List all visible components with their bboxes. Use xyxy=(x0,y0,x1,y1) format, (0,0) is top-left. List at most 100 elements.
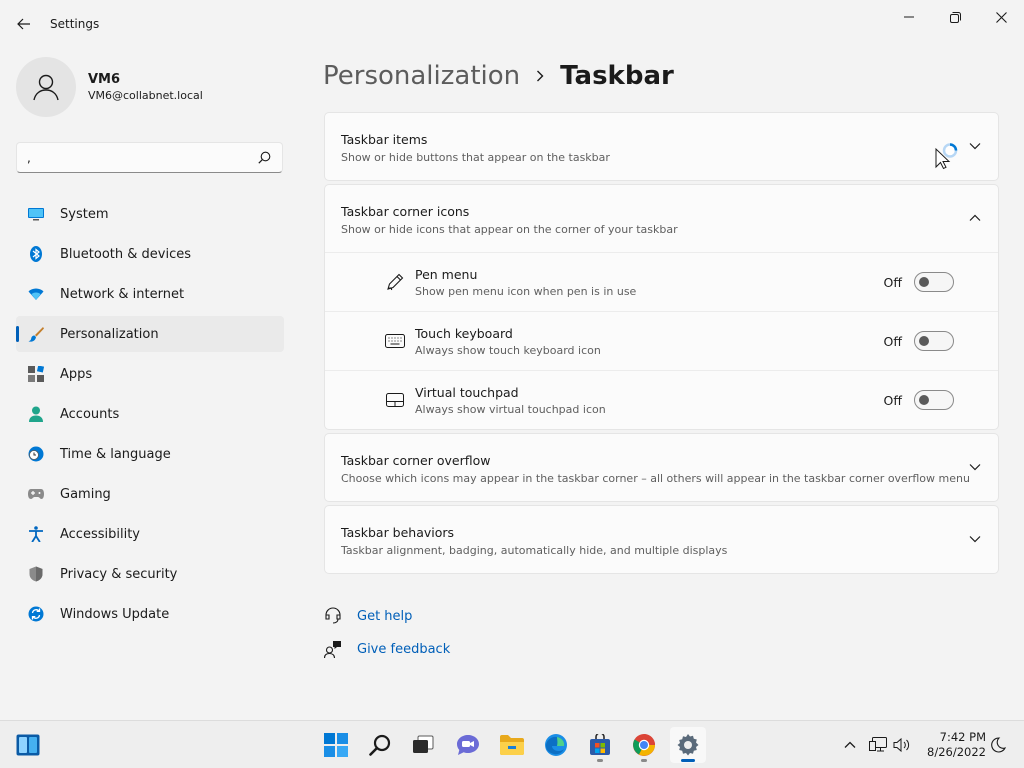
taskbar-behaviors-card[interactable]: Taskbar behaviors Taskbar alignment, bad… xyxy=(324,505,999,574)
help-icon xyxy=(324,607,342,625)
search-input[interactable] xyxy=(27,150,256,165)
minimize-button[interactable] xyxy=(886,4,932,30)
taskbar-corner-icons-card: Taskbar corner icons Show or hide icons … xyxy=(324,184,999,430)
touch-keyboard-row: Touch keyboard Always show touch keyboar… xyxy=(325,311,998,370)
bluetooth-icon xyxy=(28,246,44,262)
give-feedback-label[interactable]: Give feedback xyxy=(357,642,450,657)
setting-title: Pen menu xyxy=(415,267,478,282)
sidebar-item-label: Gaming xyxy=(60,486,111,502)
sidebar-item-time-language[interactable]: Time & language xyxy=(16,436,284,472)
chat-button[interactable] xyxy=(450,727,486,763)
search-box[interactable] xyxy=(16,142,283,173)
chevron-down-icon[interactable] xyxy=(968,532,982,546)
edge-button[interactable] xyxy=(538,727,574,763)
sidebar-item-accessibility[interactable]: Accessibility xyxy=(16,516,284,552)
keyboard-icon xyxy=(385,331,405,351)
settings-taskbar-button[interactable] xyxy=(670,727,706,763)
card-title: Taskbar corner overflow xyxy=(341,453,491,468)
task-view-icon xyxy=(413,735,434,753)
card-title: Taskbar corner icons xyxy=(341,204,470,219)
toggle-knob xyxy=(919,395,929,405)
give-feedback-link[interactable]: Give feedback xyxy=(324,640,450,658)
wifi-icon xyxy=(28,286,44,302)
file-explorer-button[interactable] xyxy=(494,727,530,763)
store-icon xyxy=(590,734,610,755)
show-hidden-icons-button[interactable] xyxy=(840,735,860,755)
toggle-state-label: Off xyxy=(883,275,902,290)
chevron-down-icon[interactable] xyxy=(968,460,982,474)
sidebar-nav: System Bluetooth & devices Network & int… xyxy=(16,196,284,636)
user-account[interactable]: VM6 VM6@collabnet.local xyxy=(16,57,203,117)
chevron-down-icon[interactable] xyxy=(968,139,982,153)
sidebar-item-label: Personalization xyxy=(60,326,159,342)
sidebar-item-label: Apps xyxy=(60,366,93,382)
task-view-button[interactable] xyxy=(405,727,441,763)
toggle-state-label: Off xyxy=(883,334,902,349)
gamepad-icon xyxy=(28,486,44,502)
store-button[interactable] xyxy=(582,727,618,763)
sidebar-item-gaming[interactable]: Gaming xyxy=(16,476,284,512)
sidebar-item-bluetooth[interactable]: Bluetooth & devices xyxy=(16,236,284,272)
user-email: VM6@collabnet.local xyxy=(88,89,203,102)
restore-button[interactable] xyxy=(932,4,978,30)
chrome-button[interactable] xyxy=(626,727,662,763)
minimize-icon xyxy=(904,16,914,18)
system-icon xyxy=(28,206,44,222)
user-name: VM6 xyxy=(88,72,121,87)
person-icon xyxy=(33,74,59,101)
app-title: Settings xyxy=(50,17,100,31)
get-help-label[interactable]: Get help xyxy=(357,609,412,624)
sidebar-item-label: Network & internet xyxy=(60,286,185,302)
close-icon xyxy=(995,11,1007,23)
virtual-touchpad-toggle[interactable] xyxy=(914,390,954,410)
chevron-up-icon[interactable] xyxy=(968,211,982,225)
breadcrumb-parent[interactable]: Personalization xyxy=(323,61,520,91)
active-indicator xyxy=(681,759,695,762)
network-icon xyxy=(869,737,887,752)
card-subtitle: Show or hide icons that appear on the co… xyxy=(341,223,678,236)
volume-tray-button[interactable] xyxy=(892,735,912,755)
sidebar-item-privacy[interactable]: Privacy & security xyxy=(16,556,284,592)
back-button[interactable] xyxy=(12,12,36,36)
sidebar-item-windows-update[interactable]: Windows Update xyxy=(16,596,284,632)
breadcrumb: Personalization Taskbar xyxy=(323,58,674,94)
sidebar-item-label: System xyxy=(60,206,109,222)
system-clock[interactable]: 7:42 PM 8/26/2022 xyxy=(918,730,986,760)
restore-icon xyxy=(949,11,961,23)
taskbar-search-button[interactable] xyxy=(362,727,398,763)
toggle-knob xyxy=(919,277,929,287)
setting-description: Always show touch keyboard icon xyxy=(415,344,601,357)
taskbar-corner-overflow-card[interactable]: Taskbar corner overflow Choose which ico… xyxy=(324,433,999,502)
setting-title: Virtual touchpad xyxy=(415,385,519,400)
taskbar-items-card[interactable]: Taskbar items Show or hide buttons that … xyxy=(324,112,999,181)
apps-icon xyxy=(28,366,44,382)
sidebar-item-apps[interactable]: Apps xyxy=(16,356,284,392)
chrome-icon xyxy=(633,734,655,756)
search-icon[interactable] xyxy=(256,150,272,166)
moon-icon xyxy=(991,737,1006,753)
touch-keyboard-toggle[interactable] xyxy=(914,331,954,351)
sidebar-item-accounts[interactable]: Accounts xyxy=(16,396,284,432)
corner-icons-header[interactable]: Taskbar corner icons Show or hide icons … xyxy=(325,185,998,252)
widgets-icon xyxy=(16,734,40,756)
clock-globe-icon xyxy=(28,446,44,462)
avatar xyxy=(16,57,76,117)
sidebar-item-network[interactable]: Network & internet xyxy=(16,276,284,312)
close-button[interactable] xyxy=(978,4,1024,30)
file-explorer-icon xyxy=(500,735,524,755)
virtual-touchpad-row: Virtual touchpad Always show virtual tou… xyxy=(325,370,998,429)
feedback-icon xyxy=(324,640,342,658)
pen-menu-toggle[interactable] xyxy=(914,272,954,292)
accounts-icon xyxy=(28,406,44,422)
widgets-button[interactable] xyxy=(10,727,46,763)
pen-icon xyxy=(385,272,405,292)
focus-assist-button[interactable] xyxy=(988,735,1008,755)
brush-icon xyxy=(28,326,44,342)
start-button[interactable] xyxy=(318,727,354,763)
mouse-cursor xyxy=(935,142,961,174)
sidebar-item-system[interactable]: System xyxy=(16,196,284,232)
get-help-link[interactable]: Get help xyxy=(324,607,412,625)
network-tray-button[interactable] xyxy=(868,735,888,755)
setting-description: Always show virtual touchpad icon xyxy=(415,403,606,416)
sidebar-item-personalization[interactable]: Personalization xyxy=(16,316,284,352)
